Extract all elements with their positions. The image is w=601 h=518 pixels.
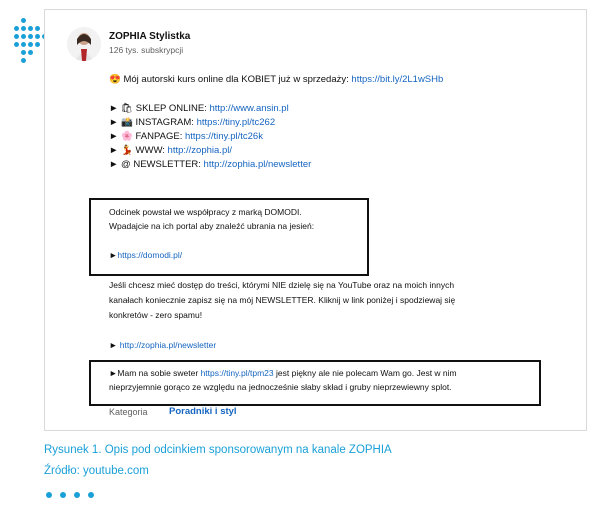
- dancer-icon: 💃: [121, 145, 133, 156]
- fanpage-link[interactable]: https://tiny.pl/tc26k: [185, 131, 263, 142]
- dot-icon: [28, 50, 33, 55]
- instagram-link[interactable]: https://tiny.pl/tc262: [197, 117, 276, 128]
- category-value-link[interactable]: Poradniki i styl: [169, 406, 237, 417]
- dot-icon: [21, 26, 26, 31]
- dot-icon: [21, 42, 26, 47]
- camera-icon: 📸: [121, 117, 133, 128]
- link-row-newsletter: ► @ NEWSLETTER: http://zophia.pl/newslet…: [109, 159, 312, 170]
- subscriber-count: 126 tys. subskrypcji: [109, 45, 184, 55]
- newsletter-paragraph-line-2: kanałach koniecznie zapisz się na mój NE…: [109, 295, 456, 305]
- flower-icon: 🌸: [121, 131, 133, 142]
- link-row-instagram: ► 📸 INSTAGRAM: https://tiny.pl/tc262: [109, 117, 276, 128]
- newsletter-paragraph-line-1: Jeśli chcesz mieć dostęp do treści, któr…: [109, 280, 455, 290]
- dot-icon: [21, 34, 26, 39]
- link-row-fanpage: ► 🌸 FANPAGE: https://tiny.pl/tc26k: [109, 131, 263, 142]
- link-label: NEWSLETTER:: [133, 159, 204, 170]
- sponsor-line-1: Odcinek powstał we współpracy z marką DO…: [109, 207, 302, 217]
- www-link[interactable]: http://zophia.pl/: [168, 145, 232, 156]
- link-label: WWW:: [135, 145, 168, 156]
- dot-icon: [35, 26, 40, 31]
- dot-icon: [21, 58, 26, 63]
- link-label: SKLEP ONLINE:: [135, 103, 210, 114]
- link-row-www: ► 💃 WWW: http://zophia.pl/: [109, 145, 232, 156]
- dot-icon: [35, 42, 40, 47]
- arrow-icon: ►: [109, 340, 118, 350]
- sweater-text-suffix: jest piękny ale nie polecam Wam go. Jest…: [273, 368, 457, 378]
- sponsor-line-2: Wpadajcie na ich portal aby znaleźć ubra…: [109, 221, 315, 231]
- dot-icon: [88, 492, 94, 498]
- channel-avatar[interactable]: [67, 27, 101, 61]
- newsletter-paragraph-line-3: konkretów - zero spamu!: [109, 310, 203, 320]
- domodi-link[interactable]: https://domodi.pl/: [117, 250, 182, 260]
- dot-icon: [28, 26, 33, 31]
- shop-link[interactable]: http://www.ansin.pl: [210, 103, 289, 114]
- figure-source: Źródło: youtube.com: [44, 465, 149, 477]
- dot-icon: [21, 50, 26, 55]
- dot-icon: [14, 26, 19, 31]
- dot-icon: [74, 492, 80, 498]
- dot-icon: [35, 34, 40, 39]
- dot-icon: [14, 34, 19, 39]
- at-sign-icon: @: [121, 159, 131, 170]
- smiling-face-icon: 😍: [109, 74, 121, 85]
- shopping-bag-icon: 🛍: [121, 103, 134, 114]
- dot-icon: [46, 492, 52, 498]
- link-label: FANPAGE:: [135, 131, 185, 142]
- sweater-line-1: ►Mam na sobie sweter https://tiny.pl/tpm…: [109, 368, 457, 378]
- link-row-shop: ► 🛍 SKLEP ONLINE: http://www.ansin.pl: [109, 103, 289, 114]
- dot-icon: [21, 18, 26, 23]
- promo-text: Mój autorski kurs online dla KOBIET już …: [123, 74, 352, 85]
- promo-line: 😍 Mój autorski kurs online dla KOBIET ju…: [109, 74, 443, 85]
- dot-icon: [28, 42, 33, 47]
- sponsor-link-row: ►https://domodi.pl/: [109, 250, 182, 260]
- promo-link[interactable]: https://bit.ly/2L1wSHb: [351, 74, 443, 85]
- sweater-link[interactable]: https://tiny.pl/tpm23: [201, 368, 274, 378]
- newsletter-link-row: ► http://zophia.pl/newsletter: [109, 340, 216, 350]
- video-description-card: ZOPHIA Stylistka 126 tys. subskrypcji 😍 …: [44, 9, 587, 431]
- newsletter-link[interactable]: http://zophia.pl/newsletter: [204, 159, 312, 170]
- figure-caption: Rysunek 1. Opis pod odcinkiem sponsorowa…: [44, 444, 392, 456]
- channel-name[interactable]: ZOPHIA Stylistka: [109, 31, 190, 42]
- dot-icon: [14, 42, 19, 47]
- link-label: INSTAGRAM:: [135, 117, 197, 128]
- category-label: Kategoria: [109, 407, 148, 417]
- dot-icon: [60, 492, 66, 498]
- dot-icon: [28, 34, 33, 39]
- sweater-line-2: nieprzyjemnie gorąco ze względu na jedno…: [109, 382, 452, 392]
- sweater-text-prefix: ►Mam na sobie sweter: [109, 368, 201, 378]
- avatar-portrait-icon: [67, 27, 101, 61]
- newsletter-bottom-link[interactable]: http://zophia.pl/newsletter: [120, 340, 216, 350]
